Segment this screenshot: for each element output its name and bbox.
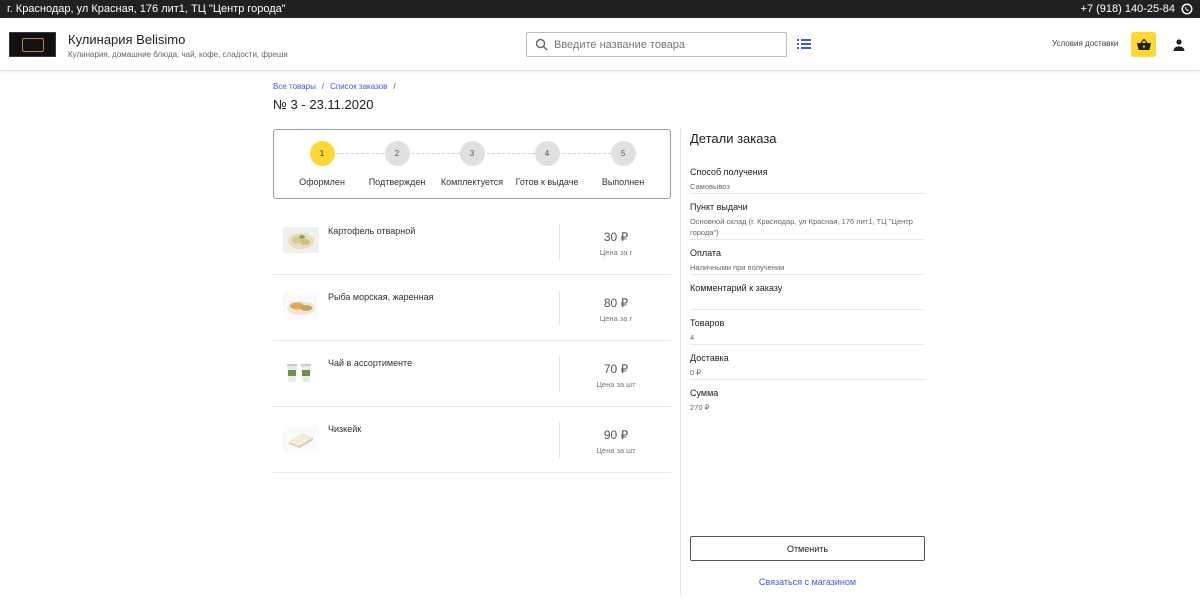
breadcrumb-separator: / [393,82,396,91]
divider [559,224,560,260]
product-image [283,227,319,253]
detail-label: Способ получения [690,167,768,177]
divider [559,356,560,392]
item-unit: Цена за шт [596,380,636,389]
product-image [283,425,319,451]
detail-value: Основной склад (г. Краснодар, ул Красная… [690,217,913,237]
order-status-steps: 1 Оформлен 2 Подтвержден 3 Комплектуется… [273,129,671,199]
delivery-terms-link[interactable]: Условия доставки [1052,39,1118,48]
step-label: Выполнен [601,177,645,187]
store-phone[interactable]: +7 (918) 140-25-84 [1081,3,1175,15]
step-2: 2 Подтвержден [357,141,437,187]
header: Кулинария Belisimo Кулинария, домашние б… [0,18,1200,71]
search-icon [535,38,548,51]
list-item[interactable]: Картофель отварной 30 ₽ Цена за г [273,209,671,275]
item-unit: Цена за г [599,314,633,323]
detail-delivery: Доставка 0 ₽ [690,345,925,380]
breadcrumb: Все товары / Список заказов / [273,82,396,91]
detail-pickup-point: Пункт выдачи Основной склад (г. Краснода… [690,194,925,240]
contact-store-link[interactable]: Связаться с магазином [690,577,925,587]
search-box[interactable] [526,32,787,57]
step-5: 5 Выполнен [583,141,663,187]
catalog-list-icon[interactable] [797,38,811,50]
step-circle: 4 [534,141,560,166]
divider [559,290,560,326]
detail-value: Наличными при получении [690,263,785,272]
detail-label: Сумма [690,388,719,398]
item-name[interactable]: Чай в ассортименте [328,358,412,368]
item-price: 90 ₽ [603,428,629,442]
shop-name[interactable]: Кулинария Belisimo [68,32,185,47]
breadcrumb-all-products[interactable]: Все товары [273,82,316,91]
detail-label: Комментарий к заказу [690,283,783,293]
step-4: 4 Готов к выдаче [507,141,587,187]
detail-label: Оплата [690,248,721,258]
item-price: 70 ₽ [603,362,629,376]
order-details-panel: Детали заказа Способ получения Самовывоз… [690,131,925,415]
whatsapp-icon[interactable] [1181,3,1193,15]
step-circle: 1 [309,141,335,166]
list-item[interactable]: Рыба морская, жаренная 80 ₽ Цена за г [273,275,671,341]
detail-comment: Комментарий к заказу [690,275,925,310]
search-input[interactable] [554,38,774,51]
details-title: Детали заказа [690,131,777,146]
person-icon [1173,38,1184,51]
step-label: Подтвержден [368,177,426,187]
product-image [283,293,319,319]
breadcrumb-separator: / [321,82,325,91]
item-name[interactable]: Чизкейк [328,424,361,434]
shop-logo[interactable] [9,32,56,57]
product-image [283,359,319,385]
step-label: Оформлен [299,177,345,187]
detail-value: 0 ₽ [690,368,702,377]
detail-value: 270 ₽ [690,403,710,412]
detail-sum: Сумма 270 ₽ [690,380,925,415]
item-name[interactable]: Картофель отварной [328,226,415,236]
shop-subtitle: Кулинария, домашние блюда, чай, кофе, сл… [68,50,288,59]
detail-payment: Оплата Наличными при получении [690,240,925,275]
order-title: № 3 - 23.11.2020 [273,97,374,112]
item-price: 30 ₽ [603,230,629,244]
account-button[interactable] [1166,32,1191,57]
breadcrumb-orders[interactable]: Список заказов [330,82,387,91]
item-unit: Цена за г [599,248,633,257]
detail-label: Доставка [690,353,729,363]
detail-label: Товаров [690,318,725,328]
detail-value: Самовывоз [690,182,730,191]
step-circle: 5 [610,141,636,166]
item-unit: Цена за шт [596,446,636,455]
cart-button[interactable] [1131,32,1156,57]
step-1: 1 Оформлен [282,141,362,187]
basket-icon [1136,38,1151,50]
step-circle: 3 [459,141,485,166]
detail-value: 4 [690,333,695,342]
order-items-list: Картофель отварной 30 ₽ Цена за г Рыба м… [273,209,671,473]
detail-label: Пункт выдачи [690,202,748,212]
step-3: 3 Комплектуется [432,141,512,187]
logo-mark [21,37,44,52]
step-label: Комплектуется [440,177,504,187]
cancel-order-button[interactable]: Отменить [690,536,925,561]
store-address: г. Краснодар, ул Красная, 176 лит1, ТЦ "… [7,3,286,15]
step-label: Готов к выдаче [515,177,579,187]
divider [559,422,560,458]
top-bar: г. Краснодар, ул Красная, 176 лит1, ТЦ "… [0,0,1200,18]
column-divider [680,129,681,595]
list-item[interactable]: Чизкейк 90 ₽ Цена за шт [273,407,671,473]
detail-items-count: Товаров 4 [690,310,925,345]
item-name[interactable]: Рыба морская, жаренная [328,292,434,302]
detail-receive-method: Способ получения Самовывоз [690,159,925,194]
step-circle: 2 [384,141,410,166]
list-item[interactable]: Чай в ассортименте 70 ₽ Цена за шт [273,341,671,407]
item-price: 80 ₽ [603,296,629,310]
